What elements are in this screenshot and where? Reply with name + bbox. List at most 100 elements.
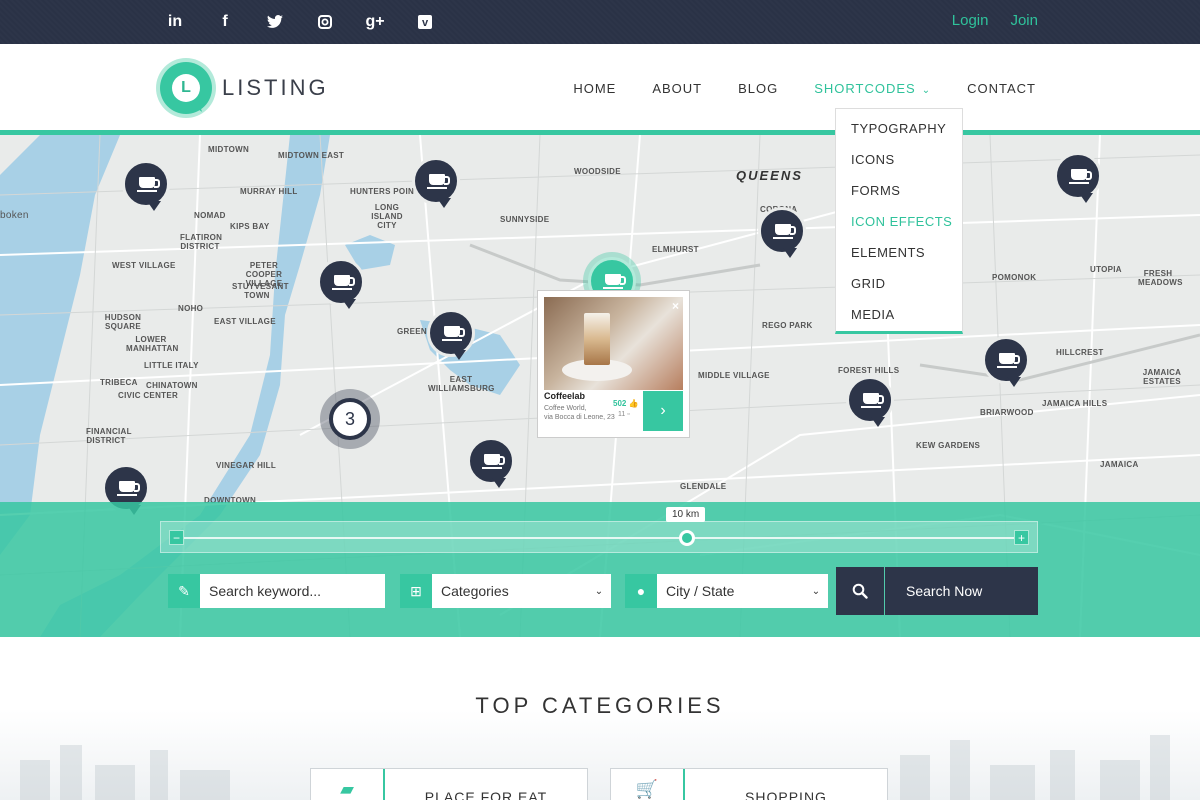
nav-shortcodes-label: SHORTCODES <box>814 81 916 96</box>
map-pin-cafe[interactable] <box>846 376 894 427</box>
map-label: KIPS BAY <box>230 222 270 231</box>
dropdown-item-media[interactable]: MEDIA <box>836 301 962 332</box>
join-link[interactable]: Join <box>1010 12 1038 29</box>
globe-icon: ● <box>625 574 657 608</box>
map-label: POMONOK <box>992 273 1037 282</box>
map-label: JAMAICA HILLS <box>1042 399 1108 408</box>
map-pin-cafe[interactable] <box>317 258 365 309</box>
search-icon <box>852 583 868 599</box>
google-plus-icon[interactable]: g+ <box>350 0 400 44</box>
slider-handle[interactable] <box>679 530 695 546</box>
main-nav: HOME ABOUT BLOG SHORTCODES ⌄ CONTACT <box>573 81 1036 96</box>
logo-text: LISTING <box>222 75 329 100</box>
twitter-icon[interactable] <box>250 0 300 44</box>
edit-icon: ✎ <box>168 574 200 608</box>
keyword-field[interactable]: ✎ Search keyword... <box>168 574 385 608</box>
nav-shortcodes[interactable]: SHORTCODES ⌄ <box>814 81 931 96</box>
search-now-button[interactable]: Search Now <box>885 567 1038 615</box>
likes-count: 502 <box>613 399 627 408</box>
linkedin-icon[interactable]: in <box>150 0 200 44</box>
map-pin-cafe[interactable] <box>122 160 170 211</box>
logo-letter: L <box>172 74 200 102</box>
map-label: FLATIRON DISTRICT <box>180 233 223 251</box>
map-pin-cafe[interactable] <box>982 336 1030 387</box>
category-label: PLACE FOR EAT <box>424 789 548 800</box>
map-label: CHINATOWN <box>146 381 198 390</box>
coffee-cup-icon <box>1069 169 1092 184</box>
comments-count: 11 <box>618 411 626 418</box>
map-label: MIDTOWN EAST <box>278 151 345 160</box>
section-title: TOP CATEGORIES <box>475 693 725 718</box>
map-label: MIDDLE VILLAGE <box>698 371 770 380</box>
chevron-down-icon: ⌄ <box>594 585 604 597</box>
dropdown-item-forms[interactable]: FORMS <box>836 177 962 208</box>
close-icon[interactable]: × <box>672 299 679 313</box>
map-label: MIDTOWN <box>208 145 250 154</box>
coffee-cup-icon <box>997 353 1020 368</box>
place-details-button[interactable]: › <box>643 391 683 431</box>
distance-slider[interactable]: − + <box>160 521 1038 553</box>
map-label: TRIBECA <box>100 378 138 387</box>
map-pin-cafe[interactable] <box>467 437 515 488</box>
nav-blog[interactable]: BLOG <box>738 81 778 96</box>
map-label: NOHO <box>178 304 204 313</box>
dropdown-item-icons[interactable]: ICONS <box>836 146 962 177</box>
map-pin-cafe[interactable] <box>412 157 460 208</box>
nav-contact[interactable]: CONTACT <box>967 81 1036 96</box>
vimeo-icon[interactable]: v <box>400 0 450 44</box>
map-label: GLENDALE <box>680 482 727 491</box>
slider-minus-button[interactable]: − <box>169 530 184 545</box>
logo-badge-icon: L <box>160 62 212 114</box>
map-label: REGO PARK <box>762 321 813 330</box>
dropdown-item-grid[interactable]: GRID <box>836 270 962 301</box>
map-pin-cafe[interactable] <box>758 207 806 258</box>
place-photo <box>544 297 683 390</box>
map-label-queens: QUEENS <box>736 168 803 183</box>
map-cluster[interactable]: 3 <box>320 389 380 449</box>
comment-icon: ▫ <box>627 411 630 418</box>
login-link[interactable]: Login <box>952 12 989 29</box>
map-label: HILLCREST <box>1056 348 1104 357</box>
keyword-input[interactable]: Search keyword... <box>200 583 385 599</box>
site-logo[interactable]: L LISTING <box>160 62 329 114</box>
nav-about[interactable]: ABOUT <box>652 81 702 96</box>
map-pin-cafe[interactable] <box>427 309 475 360</box>
map-label: FRESH MEADOWS <box>1138 269 1183 287</box>
categories-select[interactable]: ⊞ Categories ⌄ <box>400 574 611 608</box>
map-pin-cafe[interactable] <box>1054 152 1102 203</box>
category-card-eat[interactable]: ▰ PLACE FOR EAT <box>310 768 588 800</box>
map-label: SUNNYSIDE <box>500 215 550 224</box>
map-label: EAST WILLIAMSBURG <box>428 375 495 393</box>
dropdown-item-icon-effects[interactable]: ICON EFFECTS <box>836 208 962 239</box>
category-card-shopping[interactable]: 🛒 SHOPPING <box>610 768 888 800</box>
map-label: JAMAICA <box>1100 460 1139 469</box>
map-label: LONG ISLAND CITY <box>371 203 403 230</box>
map-label: KEW GARDENS <box>916 441 981 450</box>
slider-track[interactable] <box>183 537 1015 539</box>
place-likes: 502 👍 <box>613 399 639 408</box>
dropdown-item-typography[interactable]: TYPOGRAPHY <box>836 115 962 146</box>
chevron-right-icon: › <box>660 402 666 419</box>
dropdown-item-elements[interactable]: ELEMENTS <box>836 239 962 270</box>
map-place-popup: × Coffeelab Coffee World, via Bocca di L… <box>537 290 690 438</box>
coffee-cup-icon <box>427 174 450 189</box>
nav-home[interactable]: HOME <box>573 81 616 96</box>
slider-plus-button[interactable]: + <box>1014 530 1029 545</box>
map-label: STUYVESANT TOWN <box>232 282 289 300</box>
cluster-count: 3 <box>329 398 371 440</box>
search-icon-button[interactable] <box>836 567 884 615</box>
shortcodes-dropdown: TYPOGRAPHY ICONS FORMS ICON EFFECTS ELEM… <box>835 108 963 334</box>
map-label: boken <box>0 210 29 221</box>
instagram-icon[interactable] <box>300 0 350 44</box>
facebook-icon[interactable]: f <box>200 0 250 44</box>
map-label: FOREST HILLS <box>838 366 900 375</box>
map-label: HUDSON SQUARE <box>104 313 142 331</box>
map-label: JAMAICA ESTATES <box>1142 368 1182 386</box>
social-links: in f g+ v <box>150 0 450 44</box>
coffee-glass-image-detail <box>584 313 610 365</box>
map-label: LITTLE ITALY <box>144 361 199 370</box>
map-label: NOMAD <box>194 211 226 220</box>
map-label: WEST VILLAGE <box>112 261 176 270</box>
coffee-cup-icon <box>603 274 626 289</box>
city-select[interactable]: ● City / State ⌄ <box>625 574 828 608</box>
